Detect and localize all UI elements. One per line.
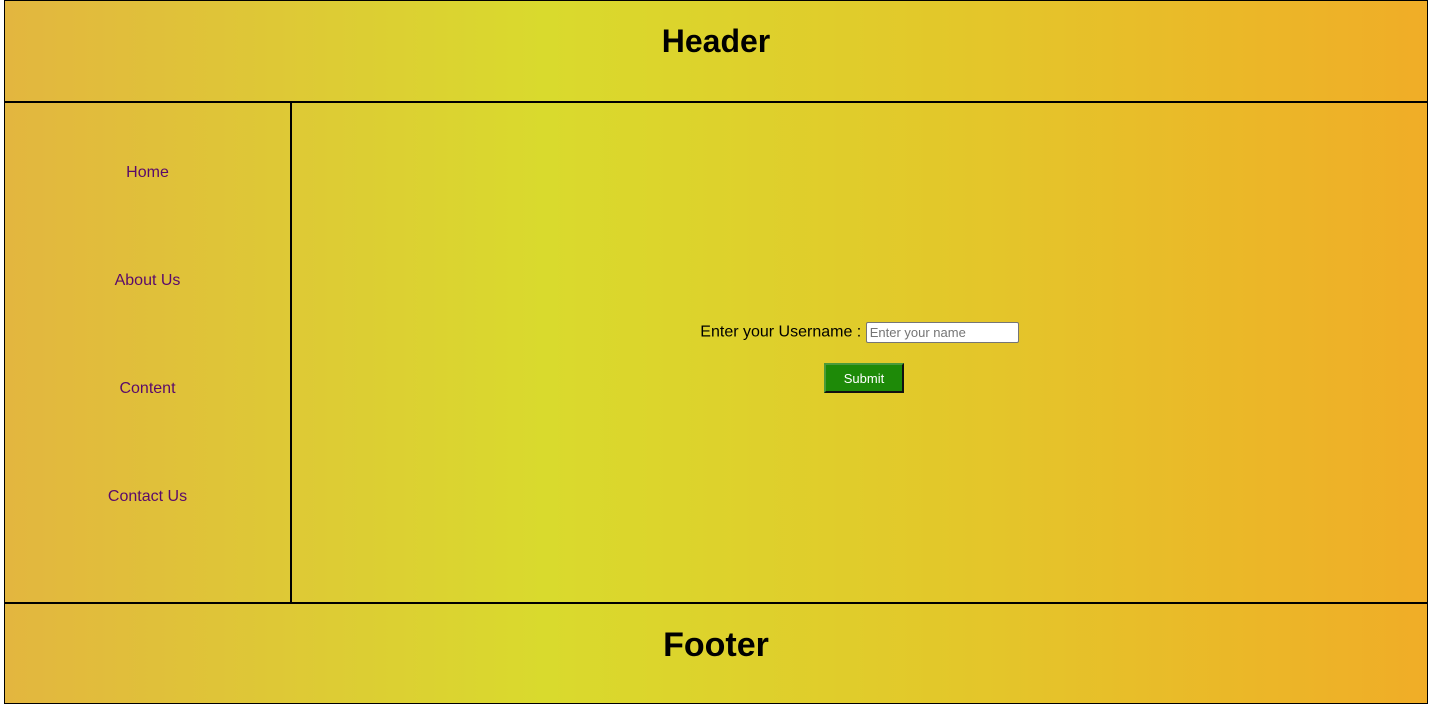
- sidebar-item-content[interactable]: Content: [5, 379, 290, 399]
- sidebar-item-about-us[interactable]: About Us: [5, 271, 290, 291]
- submit-button[interactable]: Submit: [824, 363, 904, 393]
- header-title: Header: [661, 23, 771, 59]
- username-form-row: Enter your Username :: [292, 322, 1427, 343]
- footer-title: Footer: [663, 626, 769, 664]
- page-footer: Footer: [5, 602, 1427, 703]
- sidebar-nav: Home About Us Content Contact Us: [5, 103, 292, 602]
- sidebar-item-contact-us[interactable]: Contact Us: [5, 487, 290, 507]
- main-content: Enter your Username : Submit: [292, 103, 1427, 602]
- username-input[interactable]: [865, 322, 1019, 343]
- page-frame: Header Home About Us Content Contact Us …: [4, 0, 1428, 704]
- page-header: Header: [5, 1, 1427, 103]
- username-label: Enter your Username :: [700, 323, 862, 341]
- sidebar-item-home[interactable]: Home: [5, 163, 290, 183]
